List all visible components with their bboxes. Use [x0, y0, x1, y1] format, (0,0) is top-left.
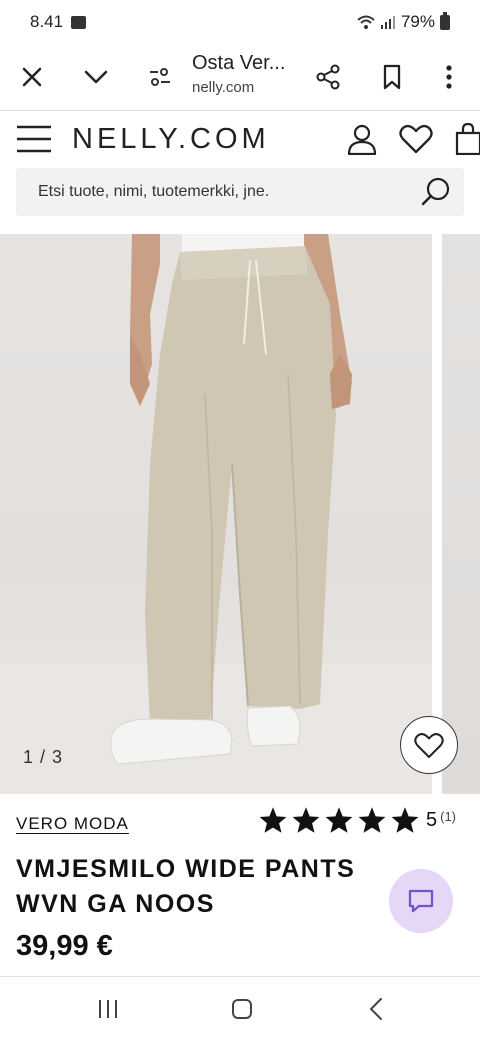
- image-counter: 1 / 3: [23, 747, 64, 767]
- chat-icon: [408, 889, 434, 913]
- more-icon[interactable]: [431, 59, 467, 95]
- status-bar: 8.41 79%: [0, 0, 480, 44]
- close-icon[interactable]: [14, 59, 50, 95]
- signal-icon: [380, 16, 395, 29]
- next-product-image[interactable]: [442, 234, 480, 794]
- rating-value: 5: [426, 808, 438, 831]
- product-image[interactable]: 1 / 3: [0, 234, 432, 794]
- product-title: VMJESMILO WIDE PANTS WVN GA NOOS: [16, 855, 356, 918]
- page-domain: nelly.com: [192, 79, 255, 96]
- rating-stars: [258, 806, 420, 834]
- star-icon: [292, 807, 320, 833]
- wishlist-icon[interactable]: [399, 124, 433, 159]
- bookmark-icon[interactable]: [374, 59, 410, 95]
- home-icon[interactable]: [222, 991, 262, 1027]
- wifi-icon: [357, 15, 375, 29]
- account-icon[interactable]: [346, 123, 378, 160]
- add-to-wishlist-button[interactable]: [400, 716, 458, 774]
- url-bar[interactable]: Osta Ver... nelly.com: [192, 52, 285, 96]
- star-icon: [358, 807, 386, 833]
- page-title: Osta Ver...: [192, 52, 286, 74]
- rating-count: (1): [440, 808, 457, 824]
- search-bar[interactable]: Etsi tuote, nimi, tuotemerkki, jne.: [16, 168, 464, 216]
- search-input[interactable]: Etsi tuote, nimi, tuotemerkki, jne.: [38, 183, 269, 201]
- product-price: 39,99 €: [16, 930, 113, 962]
- heart-icon: [414, 732, 444, 758]
- system-nav-bar: [0, 977, 480, 1040]
- battery-icon: [440, 11, 450, 30]
- recents-icon[interactable]: [88, 991, 128, 1027]
- search-icon[interactable]: [421, 177, 451, 212]
- battery-percent: 79%: [400, 12, 435, 31]
- status-time: 8.41: [30, 12, 64, 31]
- menu-icon[interactable]: [16, 125, 52, 158]
- gallery-icon: [71, 15, 87, 29]
- star-icon: [259, 807, 287, 833]
- site-logo[interactable]: NELLY.COM: [72, 123, 270, 156]
- share-icon[interactable]: [310, 59, 346, 95]
- product-photo: [0, 234, 432, 794]
- browser-toolbar: Osta Ver... nelly.com: [0, 44, 480, 110]
- chevron-down-icon[interactable]: [78, 59, 114, 95]
- brand-link[interactable]: VERO MODA: [16, 814, 129, 834]
- site-header: NELLY.COM: [0, 111, 480, 167]
- cart-icon[interactable]: [455, 122, 480, 160]
- chat-button[interactable]: [389, 869, 453, 933]
- star-icon: [391, 807, 419, 833]
- back-icon[interactable]: [356, 991, 396, 1027]
- site-settings-icon[interactable]: [142, 59, 178, 95]
- star-icon: [325, 807, 353, 833]
- product-rating[interactable]: 5 (1): [258, 806, 456, 834]
